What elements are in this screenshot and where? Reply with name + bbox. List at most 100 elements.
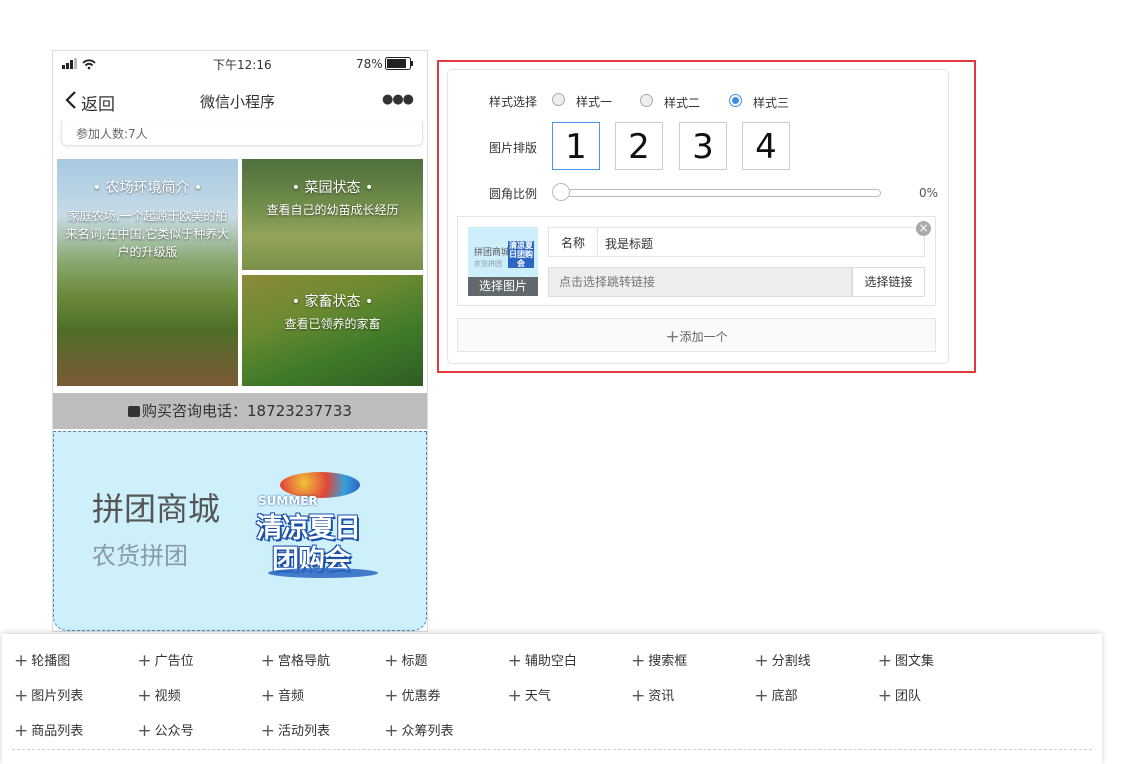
phone-preview: 下午12:16 78% 返回 微信小程序 ●●● 参加人数:7人 • 农场环境简… <box>52 50 428 632</box>
add-component-6[interactable]: + 分割线 <box>754 650 811 671</box>
component-label: 公众号 <box>154 724 194 739</box>
plus-icon: + <box>14 686 29 706</box>
style-radio-1[interactable] <box>552 93 565 106</box>
style-radio-3[interactable] <box>729 94 742 107</box>
add-component-8[interactable]: + 图片列表 <box>14 685 84 706</box>
choose-image-button[interactable]: 选择图片 <box>468 277 538 296</box>
component-label: 音频 <box>278 689 305 704</box>
thumb-title: 拼团商城 <box>474 248 511 258</box>
radius-label: 圆角比例 <box>489 187 538 201</box>
plus-icon: + <box>631 651 646 671</box>
layout-option-4[interactable]: 4 <box>742 122 790 170</box>
back-button[interactable]: 返回 <box>81 90 115 115</box>
status-bar: 下午12:16 78% <box>53 51 427 77</box>
logo-ribbon <box>268 568 378 578</box>
plus-icon: + <box>260 686 276 706</box>
add-component-13[interactable]: + 资讯 <box>631 685 675 706</box>
tile-desc: 查看自己的幼苗成长经历 <box>266 203 399 217</box>
plus-icon: + <box>631 686 646 706</box>
add-component-15[interactable]: + 团队 <box>877 685 922 706</box>
signal-wifi-icon <box>62 58 96 70</box>
radius-slider-handle[interactable] <box>552 183 570 201</box>
style-select-label: 样式选择 <box>489 95 538 109</box>
plus-icon: + <box>137 721 152 741</box>
nav-bar: 返回 微信小程序 ●●● <box>53 79 427 121</box>
add-component-17[interactable]: + 公众号 <box>137 720 194 741</box>
add-component-4[interactable]: + 辅助空白 <box>508 650 577 671</box>
add-component-16[interactable]: + 商品列表 <box>14 720 83 741</box>
select-link-button[interactable]: 选择链接 <box>852 267 925 297</box>
tile-title: • 家畜状态 • <box>291 294 374 310</box>
add-component-1[interactable]: + 广告位 <box>137 650 193 671</box>
grid-tile-garden-status[interactable]: • 菜园状态 • 查看自己的幼苗成长经历 <box>242 159 423 270</box>
add-component-5[interactable]: + 搜索框 <box>631 650 688 671</box>
add-component-3[interactable]: + 标题 <box>384 650 427 671</box>
toolbar-divider <box>12 749 1092 750</box>
style-option-2[interactable]: 样式二 <box>664 94 700 111</box>
add-component-12[interactable]: + 天气 <box>507 685 551 706</box>
grid-tile-livestock-status[interactable]: • 家畜状态 • 查看已领养的家畜 <box>242 275 423 386</box>
component-label: 资讯 <box>648 689 675 704</box>
tile-desc: 查看已领养的家畜 <box>284 317 381 331</box>
component-label: 图片列表 <box>31 689 84 704</box>
layout-option-1[interactable]: 1 <box>552 122 600 170</box>
add-component-2[interactable]: + 宫格导航 <box>261 650 331 671</box>
add-item-button[interactable]: +添加一个 <box>457 318 936 352</box>
thumb-logo: 清凉夏日团购会 <box>508 241 534 268</box>
plus-icon: + <box>14 721 29 741</box>
style-radio-2[interactable] <box>640 94 653 107</box>
activity-card: 参加人数:7人 <box>61 121 423 146</box>
plus-icon: + <box>877 651 893 671</box>
plus-icon: + <box>665 327 680 347</box>
link-input[interactable] <box>548 267 852 297</box>
add-component-19[interactable]: + 众筹列表 <box>384 720 453 741</box>
item-thumbnail[interactable]: 拼团商城 农货拼团 清凉夏日团购会 选择图片 <box>468 227 538 296</box>
radius-slider-track[interactable] <box>565 189 881 197</box>
add-component-0[interactable]: + 轮播图 <box>14 650 70 671</box>
plus-icon: + <box>507 686 522 706</box>
radius-value: 0% <box>919 186 939 200</box>
tile-desc: 家庭农场,一个起源于欧美的舶来名词,在中国,它类似于种养大户的升级版 <box>65 209 230 259</box>
component-label: 底部 <box>771 689 798 704</box>
name-label: 名称 <box>561 236 586 250</box>
plus-icon: + <box>754 686 769 706</box>
status-time: 下午12:16 <box>213 58 272 72</box>
add-component-11[interactable]: + 优惠券 <box>384 685 441 706</box>
plus-icon: + <box>384 686 399 706</box>
component-label: 分割线 <box>771 654 811 669</box>
remove-item-icon[interactable]: × <box>916 221 931 236</box>
component-label: 搜索框 <box>648 654 688 669</box>
name-input[interactable] <box>603 231 907 255</box>
banner-subtitle: 农货拼团 <box>92 542 188 570</box>
back-arrow-icon[interactable] <box>65 90 77 110</box>
component-label: 宫格导航 <box>278 654 331 669</box>
add-component-10[interactable]: + 音频 <box>260 685 305 706</box>
style-option-3[interactable]: 样式三 <box>753 94 789 111</box>
battery-icon <box>385 57 413 70</box>
summer-groupbuy-logo: SUMMER 清凉夏日 团购会 <box>250 472 396 584</box>
add-component-14[interactable]: + 底部 <box>754 685 798 706</box>
participants-text: 参加人数:7人 <box>76 127 148 141</box>
add-component-9[interactable]: + 视频 <box>137 685 181 706</box>
component-label: 辅助空白 <box>524 654 577 669</box>
plus-icon: + <box>754 651 769 671</box>
add-component-7[interactable]: + 图文集 <box>877 650 935 671</box>
component-label: 天气 <box>524 689 551 704</box>
add-component-18[interactable]: + 活动列表 <box>260 720 331 741</box>
component-label: 活动列表 <box>278 724 331 739</box>
plus-icon: + <box>260 721 276 741</box>
style-option-1[interactable]: 样式一 <box>576 93 612 110</box>
layout-option-3[interactable]: 3 <box>679 122 727 170</box>
layout-option-2[interactable]: 2 <box>615 122 663 170</box>
more-menu-icon[interactable]: ●●● <box>382 92 414 107</box>
phone-consult-bar[interactable]: 购买咨询电话：18723237733 <box>53 393 427 429</box>
component-label: 图文集 <box>895 654 935 669</box>
tile-title: • 菜园状态 • <box>291 180 374 196</box>
component-label: 视频 <box>154 689 181 704</box>
grid-tile-farm-intro[interactable]: • 农场环境简介 • 家庭农场,一个起源于欧美的舶来名词,在中国,它类似于种养大… <box>57 159 238 386</box>
plus-icon: + <box>877 686 893 706</box>
component-label: 优惠券 <box>401 689 441 704</box>
component-label: 团队 <box>895 689 922 704</box>
nav-title: 微信小程序 <box>200 93 276 111</box>
groupbuy-banner[interactable]: 拼团商城 农货拼团 SUMMER 清凉夏日 团购会 <box>53 431 427 631</box>
